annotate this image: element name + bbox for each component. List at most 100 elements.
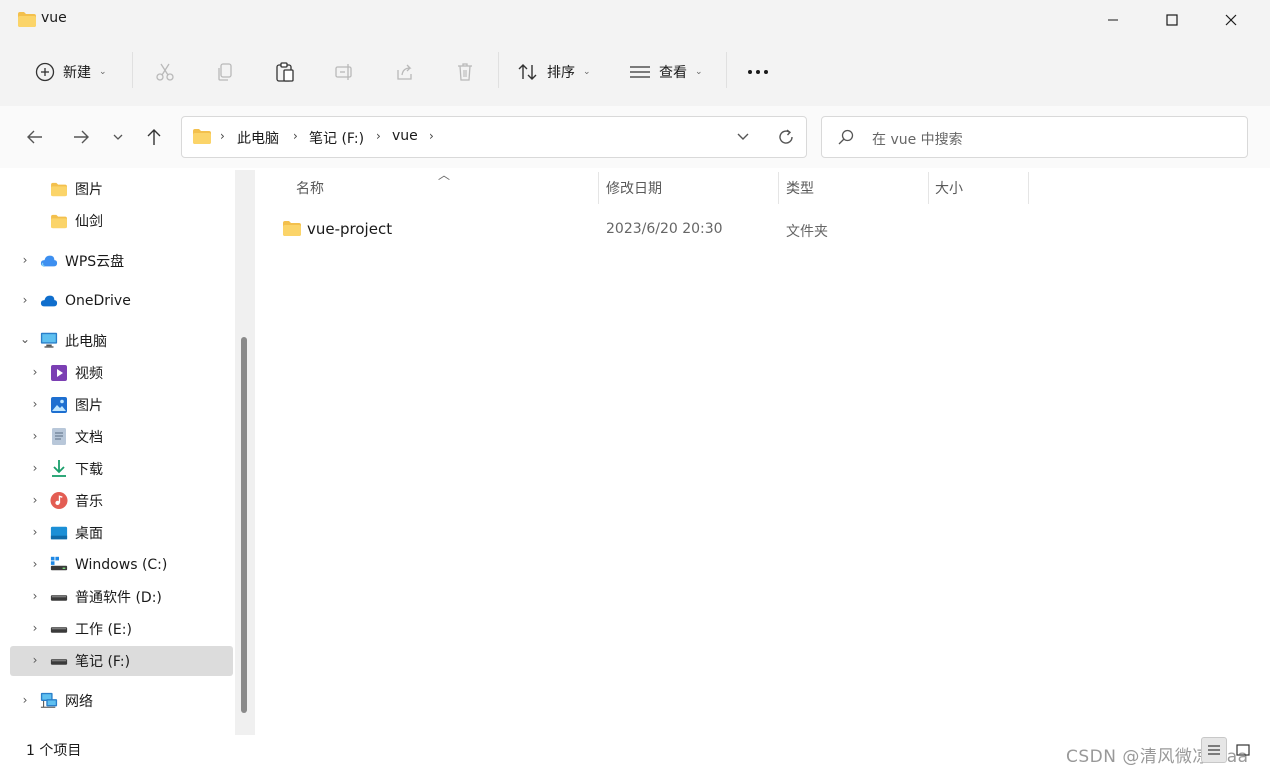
window-title: vue	[41, 10, 67, 26]
file-row[interactable]: vue-project 2023/6/20 20:30 文件夹	[270, 214, 1030, 244]
nav-label: 视频	[75, 366, 103, 382]
search-input[interactable]: 在 vue 中搜索	[872, 129, 963, 149]
nav-item-videos[interactable]: › 视频	[10, 358, 233, 388]
sort-button[interactable]: 排序 ⌄	[517, 52, 591, 92]
chevron-down-icon: ⌄	[695, 67, 703, 77]
close-button[interactable]	[1208, 0, 1254, 40]
rename-icon[interactable]	[335, 62, 355, 82]
nav-item-desktop[interactable]: › 桌面	[10, 518, 233, 548]
chevron-right-icon[interactable]: ›	[18, 253, 32, 267]
cut-icon[interactable]	[155, 62, 175, 82]
chevron-right-icon[interactable]: ›	[28, 397, 42, 411]
item-count: 1 个项目	[26, 743, 82, 759]
nav-label: 文档	[75, 430, 103, 446]
delete-icon[interactable]	[455, 62, 475, 82]
navigation-pane: 图片 仙剑 › WPS云盘 › OneDrive ⌄ 此电脑 › 视频 › 图片…	[10, 170, 235, 735]
breadcrumb-drive-f[interactable]: 笔记 (F:)	[309, 128, 364, 148]
column-header-modified[interactable]: 修改日期	[606, 172, 776, 204]
column-header-name[interactable]: 名称	[296, 172, 596, 204]
nav-label: 普通软件 (D:)	[75, 590, 162, 606]
chevron-right-icon[interactable]: ›	[28, 653, 42, 667]
drive-icon	[50, 621, 68, 639]
breadcrumb-separator-icon[interactable]: ›	[376, 129, 381, 143]
nav-item-documents[interactable]: › 文档	[10, 422, 233, 452]
forward-button[interactable]	[65, 121, 97, 153]
chevron-right-icon[interactable]: ›	[28, 493, 42, 507]
new-button[interactable]: 新建 ⌄	[35, 52, 107, 92]
title-bar	[0, 0, 1270, 40]
breadcrumb-separator-icon[interactable]: ›	[220, 129, 225, 143]
nav-scrollbar-thumb[interactable]	[241, 337, 247, 713]
maximize-icon	[1166, 14, 1178, 26]
chevron-right-icon[interactable]: ›	[28, 621, 42, 635]
computer-icon	[40, 331, 58, 349]
nav-item-xianjian[interactable]: 仙剑	[10, 206, 233, 236]
nav-item-pictures-quick[interactable]: 图片	[10, 174, 233, 204]
column-header-size[interactable]: 大小	[935, 172, 1025, 204]
chevron-right-icon[interactable]: ›	[18, 293, 32, 307]
nav-label: 下载	[75, 462, 103, 478]
chevron-right-icon[interactable]: ›	[28, 525, 42, 539]
minimize-button[interactable]	[1090, 0, 1136, 40]
nav-item-wps-cloud[interactable]: › WPS云盘	[10, 246, 233, 276]
column-divider[interactable]	[778, 172, 779, 204]
recent-locations-button[interactable]	[102, 121, 134, 153]
drive-icon	[50, 589, 68, 607]
document-icon	[50, 427, 68, 445]
nav-item-this-pc[interactable]: ⌄ 此电脑	[10, 326, 233, 356]
column-header-type[interactable]: 类型	[786, 172, 926, 204]
nav-item-drive-f[interactable]: › 笔记 (F:)	[10, 646, 233, 676]
nav-item-onedrive[interactable]: › OneDrive	[10, 286, 233, 316]
chevron-down-icon: ⌄	[583, 67, 591, 77]
nav-item-pictures[interactable]: › 图片	[10, 390, 233, 420]
address-history-button[interactable]	[727, 121, 759, 153]
nav-label: 笔记 (F:)	[75, 654, 131, 670]
paste-icon[interactable]	[275, 61, 295, 83]
breadcrumb-separator-icon[interactable]: ›	[293, 129, 298, 143]
nav-item-downloads[interactable]: › 下载	[10, 454, 233, 484]
chevron-down-icon	[113, 134, 123, 140]
arrow-left-icon	[27, 130, 42, 144]
up-button[interactable]	[138, 121, 170, 153]
copy-icon[interactable]	[215, 62, 235, 82]
new-label: 新建	[63, 65, 91, 81]
share-icon[interactable]	[395, 62, 415, 82]
breadcrumb-vue[interactable]: vue	[392, 128, 418, 144]
nav-item-drive-d[interactable]: › 普通软件 (D:)	[10, 582, 233, 612]
details-view-button[interactable]	[1201, 737, 1227, 763]
view-button[interactable]: 查看 ⌄	[629, 52, 703, 92]
back-button[interactable]	[19, 121, 51, 153]
column-divider[interactable]	[598, 172, 599, 204]
toolbar-divider	[498, 52, 499, 88]
nav-label: Windows (C:)	[75, 557, 168, 573]
download-icon	[50, 459, 68, 477]
chevron-right-icon[interactable]: ›	[18, 693, 32, 707]
nav-label: 工作 (E:)	[75, 622, 132, 638]
chevron-right-icon[interactable]: ›	[28, 557, 42, 571]
chevron-right-icon[interactable]: ›	[28, 589, 42, 603]
refresh-button[interactable]	[770, 121, 802, 153]
more-options-icon[interactable]	[747, 62, 769, 82]
file-modified: 2023/6/20 20:30	[606, 221, 723, 237]
tiles-view-button[interactable]	[1230, 737, 1256, 763]
details-view-icon	[1208, 745, 1220, 755]
chevron-down-icon: ⌄	[99, 67, 107, 77]
refresh-icon	[779, 129, 793, 144]
nav-item-music[interactable]: › 音乐	[10, 486, 233, 516]
column-divider[interactable]	[1028, 172, 1029, 204]
view-label: 查看	[659, 65, 687, 81]
nav-label: 网络	[65, 694, 93, 710]
column-type-label: 类型	[786, 181, 814, 197]
breadcrumb-separator-icon[interactable]: ›	[429, 129, 434, 143]
chevron-right-icon[interactable]: ›	[28, 365, 42, 379]
nav-item-network[interactable]: › 网络	[10, 686, 233, 716]
column-size-label: 大小	[935, 181, 963, 197]
column-divider[interactable]	[928, 172, 929, 204]
nav-item-drive-e[interactable]: › 工作 (E:)	[10, 614, 233, 644]
chevron-right-icon[interactable]: ›	[28, 429, 42, 443]
chevron-right-icon[interactable]: ›	[28, 461, 42, 475]
nav-item-drive-c[interactable]: › Windows (C:)	[10, 550, 233, 580]
chevron-down-icon[interactable]: ⌄	[18, 332, 32, 346]
breadcrumb-this-pc[interactable]: 此电脑	[237, 128, 279, 148]
maximize-button[interactable]	[1149, 0, 1195, 40]
